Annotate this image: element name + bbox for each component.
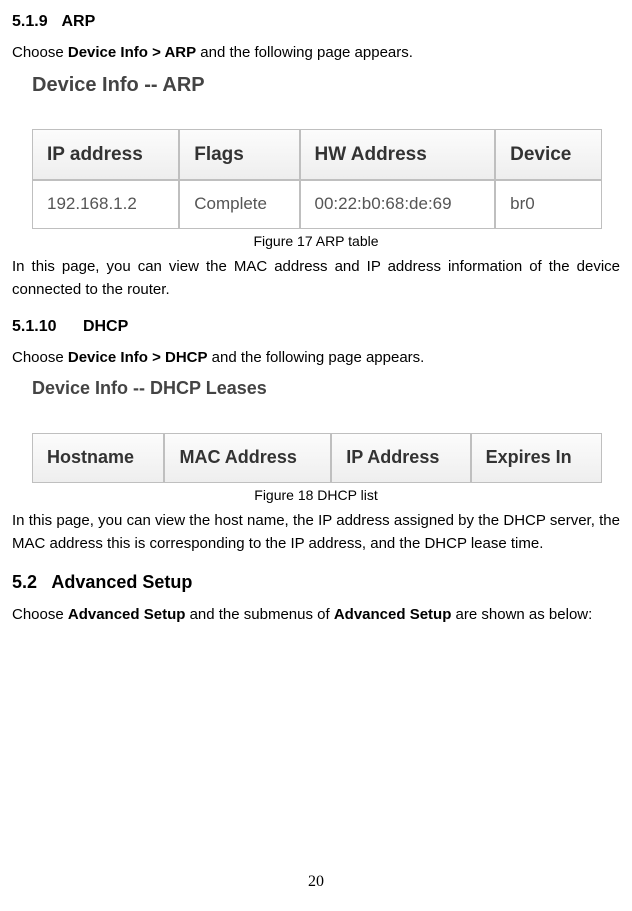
dhcp-table: Hostname MAC Address IP Address Expires …: [32, 433, 602, 483]
arp-choose-post: and the following page appears.: [196, 44, 413, 61]
arp-emb-title: Device Info -- ARP: [32, 70, 620, 101]
dhcp-th-exp: Expires In: [471, 433, 602, 483]
section-number: 5.1.9: [12, 10, 48, 35]
arp-th-device: Device: [495, 129, 602, 180]
page-number: 20: [0, 870, 632, 895]
dhcp-choose-pre: Choose: [12, 349, 68, 366]
adv-choose-bold1: Advanced Setup: [68, 606, 186, 623]
arp-choose-bold: Device Info > ARP: [68, 44, 196, 61]
arp-th-hw: HW Address: [300, 129, 496, 180]
dhcp-caption: Figure 18 DHCP list: [12, 485, 620, 507]
section-title: DHCP: [83, 318, 128, 335]
arp-td-hw: 00:22:b0:68:de:69: [300, 180, 496, 228]
dhcp-choose-para: Choose Device Info > DHCP and the follow…: [12, 346, 620, 369]
section-title: ARP: [61, 13, 95, 30]
section-number: 5.2: [12, 569, 37, 597]
arp-choose-pre: Choose: [12, 44, 68, 61]
arp-th-flags: Flags: [179, 129, 299, 180]
arp-table-row: 192.168.1.2 Complete 00:22:b0:68:de:69 b…: [32, 180, 602, 228]
adv-choose-bold2: Advanced Setup: [334, 606, 452, 623]
adv-choose-post: are shown as below:: [451, 606, 592, 623]
adv-choose-mid: and the submenus of: [185, 606, 333, 623]
section-heading-dhcp: 5.1.10 DHCP: [12, 315, 620, 340]
dhcp-th-host: Hostname: [32, 433, 164, 483]
advanced-choose-para: Choose Advanced Setup and the submenus o…: [12, 603, 620, 626]
arp-table-header-row: IP address Flags HW Address Device: [32, 129, 602, 180]
arp-desc: In this page, you can view the MAC addre…: [12, 255, 620, 302]
arp-caption: Figure 17 ARP table: [12, 231, 620, 253]
dhcp-desc: In this page, you can view the host name…: [12, 509, 620, 556]
dhcp-th-mac: MAC Address: [164, 433, 331, 483]
arp-choose-para: Choose Device Info > ARP and the followi…: [12, 41, 620, 64]
adv-choose-pre: Choose: [12, 606, 68, 623]
dhcp-embedded-panel: Device Info -- DHCP Leases Hostname MAC …: [32, 375, 620, 483]
section-number: 5.1.10: [12, 315, 56, 340]
dhcp-table-header-row: Hostname MAC Address IP Address Expires …: [32, 433, 602, 483]
arp-table: IP address Flags HW Address Device 192.1…: [32, 129, 602, 229]
dhcp-th-ip: IP Address: [331, 433, 470, 483]
arp-td-device: br0: [495, 180, 602, 228]
arp-td-flags: Complete: [179, 180, 299, 228]
section-heading-arp: 5.1.9 ARP: [12, 10, 620, 35]
arp-embedded-panel: Device Info -- ARP IP address Flags HW A…: [32, 70, 620, 229]
dhcp-choose-post: and the following page appears.: [208, 349, 425, 366]
arp-th-ip: IP address: [32, 129, 179, 180]
section-heading-advanced: 5.2 Advanced Setup: [12, 569, 620, 597]
dhcp-choose-bold: Device Info > DHCP: [68, 349, 208, 366]
arp-td-ip: 192.168.1.2: [32, 180, 179, 228]
section-title: Advanced Setup: [51, 572, 192, 592]
dhcp-emb-title: Device Info -- DHCP Leases: [32, 375, 620, 403]
